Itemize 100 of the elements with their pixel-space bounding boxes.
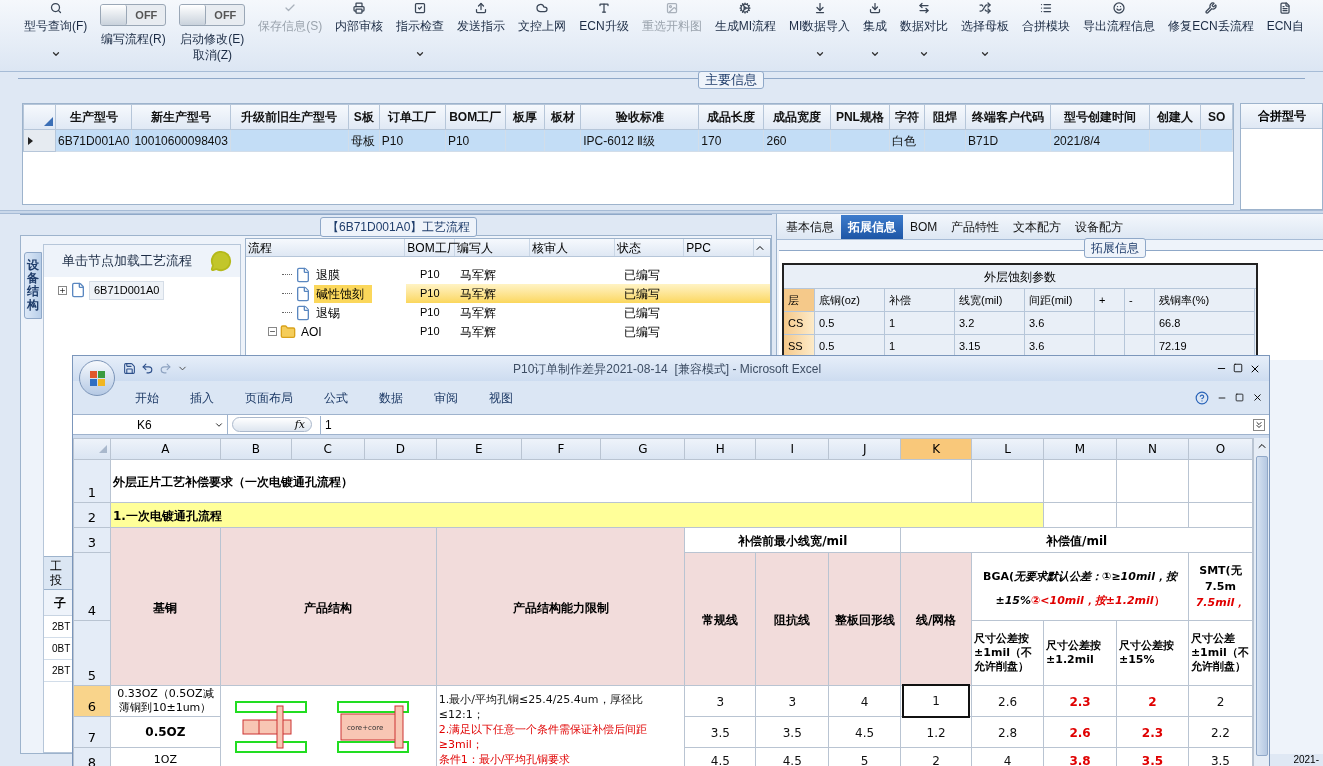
tree-item[interactable]: AOI	[299, 322, 330, 341]
column-header[interactable]: -	[1125, 289, 1155, 312]
column-header[interactable]: L	[1004, 442, 1011, 456]
toolbar-button[interactable]: 生成MI流程	[714, 2, 776, 35]
column-header[interactable]: +	[1095, 289, 1125, 312]
column-header[interactable]: E	[474, 442, 483, 456]
toolbar-button[interactable]: 数据对比	[900, 2, 949, 59]
toolbar-button[interactable]: ECN自	[1266, 2, 1305, 35]
toolbar-button[interactable]: 文控上网	[518, 2, 567, 35]
toolbar-button[interactable]: ECN升级	[579, 2, 629, 35]
tree-node[interactable]: 6B71D001A0	[89, 281, 165, 300]
tree-item[interactable]: 退膜	[314, 265, 348, 284]
toolbar-button[interactable]: MI数据导入	[789, 2, 851, 59]
column-header[interactable]: 阻焊	[924, 104, 966, 130]
cancel-button[interactable]: 取消(Z)	[192, 48, 232, 62]
formula-field[interactable]: 1	[320, 415, 1253, 434]
ribbon-tab[interactable]: 审阅	[434, 388, 458, 407]
maximize-icon[interactable]	[1233, 362, 1243, 373]
column-header[interactable]: 层	[784, 289, 815, 312]
toggle-switch[interactable]: OFF	[100, 4, 167, 26]
tab[interactable]: 文本配方	[1006, 215, 1069, 239]
toolbar-button[interactable]: 选择母板	[961, 2, 1010, 59]
column-header[interactable]: B	[251, 442, 260, 456]
save-icon[interactable]	[123, 362, 136, 375]
vertical-scrollbar[interactable]	[1253, 438, 1269, 766]
column-header[interactable]: 核审人	[530, 239, 615, 256]
column-header[interactable]: S板	[348, 104, 380, 130]
column-header[interactable]: M	[1074, 442, 1086, 456]
tab[interactable]: 产品特性	[944, 215, 1007, 239]
tree-item[interactable]: 碱性蚀刻	[314, 284, 372, 303]
help-icon[interactable]	[1195, 390, 1209, 405]
expand-toggle[interactable]	[58, 285, 67, 295]
column-header[interactable]: 终端客户代码	[965, 104, 1051, 130]
ribbon-tab[interactable]: 视图	[489, 388, 513, 407]
office-button[interactable]	[79, 360, 115, 396]
tab[interactable]: 设备配方	[1068, 215, 1131, 239]
restore-icon[interactable]	[1235, 393, 1244, 402]
undo-icon[interactable]	[141, 362, 154, 375]
column-header[interactable]: 型号创建时间	[1050, 104, 1150, 130]
column-header[interactable]: PNL规格	[830, 104, 890, 130]
row-header[interactable]: 3	[87, 534, 97, 550]
tab[interactable]: BOM	[903, 215, 945, 239]
tab[interactable]: 拓展信息	[841, 215, 903, 239]
column-header[interactable]: 字符	[889, 104, 925, 130]
column-header[interactable]: 升级前旧生产型号	[230, 104, 349, 130]
ribbon-tab[interactable]: 页面布局	[245, 388, 293, 407]
column-header[interactable]: 创建人	[1149, 104, 1201, 130]
column-header[interactable]: 订单工厂	[379, 104, 446, 130]
column-header[interactable]: 成品长度	[698, 104, 764, 130]
tab[interactable]: 基本信息	[779, 215, 841, 239]
toolbar-button[interactable]: 集成	[863, 2, 888, 59]
column-header[interactable]: K	[932, 442, 941, 456]
row-header[interactable]: 1	[87, 484, 97, 500]
column-header[interactable]: H	[715, 442, 725, 456]
row-header[interactable]: 4	[87, 602, 97, 618]
side-tab[interactable]: 设备结构	[24, 252, 42, 319]
column-header[interactable]: 新生产型号	[131, 104, 231, 130]
ribbon-tab[interactable]: 数据	[379, 388, 403, 407]
toolbar-button[interactable]: 内部审核	[335, 2, 384, 35]
column-header[interactable]: 线宽(mil)	[955, 289, 1025, 312]
toolbar-button[interactable]: 发送指示	[457, 2, 506, 35]
function-button[interactable]: fx	[232, 417, 312, 432]
column-header[interactable]: F	[557, 442, 565, 456]
column-header[interactable]: 状态	[614, 239, 685, 256]
column-header[interactable]: D	[395, 442, 405, 456]
column-header[interactable]: 生产型号	[55, 104, 132, 130]
column-header[interactable]: 补偿	[885, 289, 955, 312]
column-header[interactable]: O	[1215, 442, 1226, 456]
column-header[interactable]: 验收标准	[580, 104, 699, 130]
toolbar-button[interactable]: 导出流程信息	[1083, 2, 1156, 35]
column-header[interactable]: A	[161, 442, 170, 456]
row-header[interactable]: 5	[87, 667, 97, 683]
toggle-switch[interactable]: OFF	[179, 4, 246, 26]
column-header[interactable]: 间距(mil)	[1025, 289, 1095, 312]
row-header[interactable]: 8	[87, 754, 97, 766]
toolbar-button[interactable]: 型号查询(F)	[24, 2, 88, 59]
row-header[interactable]: 6	[87, 698, 97, 714]
column-header[interactable]: 底铜(oz)	[815, 289, 885, 312]
column-header[interactable]: 板厚	[505, 104, 545, 130]
column-header[interactable]: 成品宽度	[764, 104, 831, 130]
row-header[interactable]: 7	[87, 729, 97, 745]
row-header[interactable]: 2	[87, 509, 97, 525]
column-header[interactable]: N	[1147, 442, 1157, 456]
column-header[interactable]: 子	[54, 593, 66, 612]
toolbar-button[interactable]: 修复ECN丢流程	[1168, 2, 1254, 35]
tree-item[interactable]: 退锡	[314, 303, 348, 322]
expand-icon[interactable]	[1253, 418, 1265, 431]
ribbon-tab[interactable]: 公式	[324, 388, 348, 407]
toolbar-button[interactable]: 指示检查	[396, 2, 445, 59]
toolbar-button[interactable]: 合拼模块	[1022, 2, 1071, 35]
table-row[interactable]: 6B71D001A0 10010600098403 母板 P10 P10 IPC-6012 Ⅱ级 170 260 白色 B71D 2021/8/4	[23, 129, 1233, 152]
expand-toggle[interactable]	[268, 327, 277, 336]
close-icon[interactable]	[1252, 392, 1263, 403]
column-header[interactable]: PPC	[684, 239, 755, 256]
column-header[interactable]: C	[323, 442, 332, 456]
column-header[interactable]: 流程	[246, 239, 406, 256]
column-header[interactable]: SO	[1201, 104, 1233, 130]
ribbon-tab[interactable]: 开始	[135, 388, 159, 407]
column-header[interactable]: 残铜率(%)	[1155, 289, 1255, 312]
column-header[interactable]: G	[638, 442, 648, 456]
